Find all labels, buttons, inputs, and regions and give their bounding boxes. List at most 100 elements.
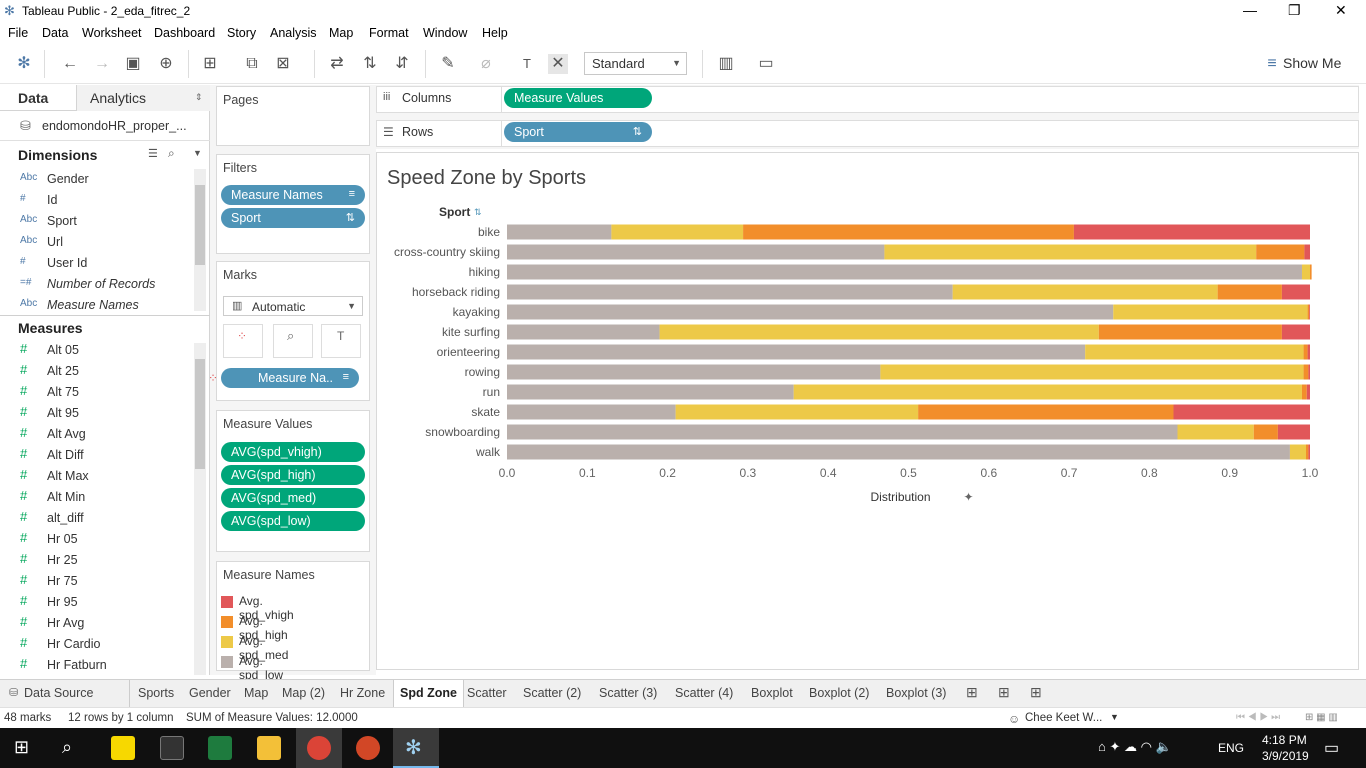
- sheet-nav-icon[interactable]: ⏮ ◀ ▶ ⏭: [1236, 712, 1280, 723]
- tab-map-2[interactable]: Map (2): [282, 686, 325, 700]
- chevron-down-icon[interactable]: ▼: [1110, 712, 1119, 722]
- measure-value-pill[interactable]: AVG(spd_low): [221, 511, 365, 531]
- duplicate-icon[interactable]: ⧉: [242, 54, 262, 74]
- pages-card[interactable]: Pages: [216, 86, 370, 146]
- measure-field[interactable]: # Alt Avg: [0, 424, 195, 445]
- new-worksheet-icon[interactable]: ⊞: [966, 684, 978, 701]
- measure-field[interactable]: # alt_diff: [0, 508, 195, 529]
- dimension-field[interactable]: Abc Measure Names: [0, 295, 195, 316]
- tab-scatter-4[interactable]: Scatter (4): [675, 686, 733, 700]
- menu-worksheet[interactable]: Worksheet: [82, 26, 142, 40]
- tab-map[interactable]: Map: [244, 686, 268, 700]
- tab-sports[interactable]: Sports: [138, 686, 174, 700]
- minimize-icon[interactable]: —: [1243, 2, 1257, 18]
- clock-date[interactable]: 3/9/2019: [1262, 749, 1309, 763]
- measure-field[interactable]: # Alt Max: [0, 466, 195, 487]
- swap-icon[interactable]: ⇄: [327, 54, 347, 74]
- color-button[interactable]: ⁘: [223, 324, 263, 358]
- menu-window[interactable]: Window: [423, 26, 467, 40]
- dimension-field[interactable]: Abc Sport: [0, 211, 195, 232]
- menu-file[interactable]: File: [8, 26, 28, 40]
- measure-field[interactable]: # Alt Diff: [0, 445, 195, 466]
- highlight-icon[interactable]: ✎: [438, 54, 458, 74]
- redo-icon[interactable]: →: [92, 54, 112, 74]
- windows-start-icon[interactable]: ⊞: [14, 737, 29, 758]
- measures-scrollbar[interactable]: [194, 343, 206, 675]
- tray-icons[interactable]: ⌂ ✦ ☁ ◠ 🔈: [1098, 739, 1172, 755]
- tab-scatter-3[interactable]: Scatter (3): [599, 686, 657, 700]
- tab-spd-zone[interactable]: Spd Zone: [393, 680, 464, 707]
- search-icon[interactable]: ⌕: [62, 737, 72, 758]
- measure-field[interactable]: # Hr 05: [0, 529, 195, 550]
- restore-icon[interactable]: ❐: [1288, 2, 1301, 19]
- undo-icon[interactable]: ←: [60, 54, 80, 74]
- measure-value-pill[interactable]: AVG(spd_med): [221, 488, 365, 508]
- sort-descending-icon[interactable]: ⇵: [392, 54, 412, 74]
- fix-axes-icon[interactable]: ✕: [548, 54, 568, 74]
- menu-data[interactable]: Data: [42, 26, 68, 40]
- group-icon[interactable]: ⌀: [476, 54, 496, 74]
- menu-dashboard[interactable]: Dashboard: [154, 26, 215, 40]
- tab-data-source[interactable]: Data Source: [24, 686, 93, 700]
- new-story-icon[interactable]: ⊞: [1030, 684, 1042, 701]
- save-icon[interactable]: ▣: [123, 54, 143, 74]
- rows-pill-sport[interactable]: Sport ⇅: [504, 122, 652, 142]
- notification-icon[interactable]: ▭: [1324, 738, 1339, 758]
- dimension-field[interactable]: # Id: [0, 190, 195, 211]
- tab-menu-icon[interactable]: ⇕: [195, 92, 203, 103]
- dimension-field[interactable]: =# Number of Records: [0, 274, 195, 295]
- list-view-icon[interactable]: ☰: [148, 147, 158, 160]
- tab-analytics[interactable]: Analytics: [90, 90, 146, 106]
- tab-hr-zone[interactable]: Hr Zone: [340, 686, 385, 700]
- dimension-field[interactable]: Abc Url: [0, 232, 195, 253]
- tab-boxplot-2[interactable]: Boxplot (2): [809, 686, 869, 700]
- filter-pill-sport[interactable]: Sport ⇅: [221, 208, 365, 228]
- tab-scatter-2[interactable]: Scatter (2): [523, 686, 581, 700]
- menu-analysis[interactable]: Analysis: [270, 26, 317, 40]
- file-explorer-icon[interactable]: [257, 736, 281, 760]
- marks-color-pill[interactable]: ⁘ Measure Na.. ≡: [208, 368, 359, 388]
- menu-format[interactable]: Format: [369, 26, 409, 40]
- measure-field[interactable]: # Alt 95: [0, 403, 195, 424]
- tab-boxplot[interactable]: Boxplot: [751, 686, 793, 700]
- mark-type-dropdown[interactable]: ▥ Automatic ▼: [223, 296, 363, 316]
- terminal-icon[interactable]: [160, 736, 184, 760]
- show-cards-icon[interactable]: ▥: [716, 54, 736, 74]
- menu-help[interactable]: Help: [482, 26, 508, 40]
- measure-field[interactable]: # Hr 25: [0, 550, 195, 571]
- measure-value-pill[interactable]: AVG(spd_vhigh): [221, 442, 365, 462]
- chrome-icon[interactable]: [307, 736, 331, 760]
- sticky-notes-icon[interactable]: [111, 736, 135, 760]
- tableau-taskbar-icon[interactable]: ✻: [405, 735, 422, 760]
- measure-field[interactable]: # Hr Cardio: [0, 634, 195, 655]
- language-indicator[interactable]: ENG: [1218, 741, 1244, 755]
- presentation-mode-icon[interactable]: ▭: [756, 54, 776, 74]
- search-icon[interactable]: ⌕: [168, 146, 175, 161]
- fit-dropdown[interactable]: Standard ▼: [584, 52, 687, 75]
- sheet-view-icon[interactable]: ⊞ ▦ ▥: [1305, 712, 1338, 723]
- detail-button[interactable]: ⌕: [273, 324, 313, 358]
- tab-data[interactable]: Data: [18, 90, 48, 106]
- measure-field[interactable]: # Alt Min: [0, 487, 195, 508]
- measure-field[interactable]: # Hr 75: [0, 571, 195, 592]
- label-button[interactable]: T: [321, 324, 361, 358]
- dimension-field[interactable]: # User Id: [0, 253, 195, 274]
- new-dashboard-icon[interactable]: ⊞: [998, 684, 1010, 701]
- tab-boxplot-3[interactable]: Boxplot (3): [886, 686, 946, 700]
- clock-time[interactable]: 4:18 PM: [1262, 733, 1307, 747]
- menu-map[interactable]: Map: [329, 26, 353, 40]
- dimensions-scrollbar[interactable]: [194, 169, 206, 311]
- filter-pill-measure-names[interactable]: Measure Names ≡: [221, 185, 365, 205]
- show-labels-icon[interactable]: T: [517, 54, 537, 74]
- measure-field[interactable]: # Alt 75: [0, 382, 195, 403]
- menu-story[interactable]: Story: [227, 26, 256, 40]
- measure-field[interactable]: # Alt 25: [0, 361, 195, 382]
- close-icon[interactable]: ✕: [1335, 2, 1347, 19]
- new-worksheet-icon[interactable]: ⊞: [200, 54, 220, 74]
- clear-sheet-icon[interactable]: ⊠: [273, 54, 293, 74]
- datasource-name[interactable]: endomondoHR_proper_...: [42, 119, 187, 133]
- dimension-field[interactable]: Abc Gender: [0, 169, 195, 190]
- tab-gender[interactable]: Gender: [189, 686, 231, 700]
- show-me-icon[interactable]: ≡: [1262, 54, 1282, 74]
- status-user[interactable]: Chee Keet W...: [1025, 712, 1102, 724]
